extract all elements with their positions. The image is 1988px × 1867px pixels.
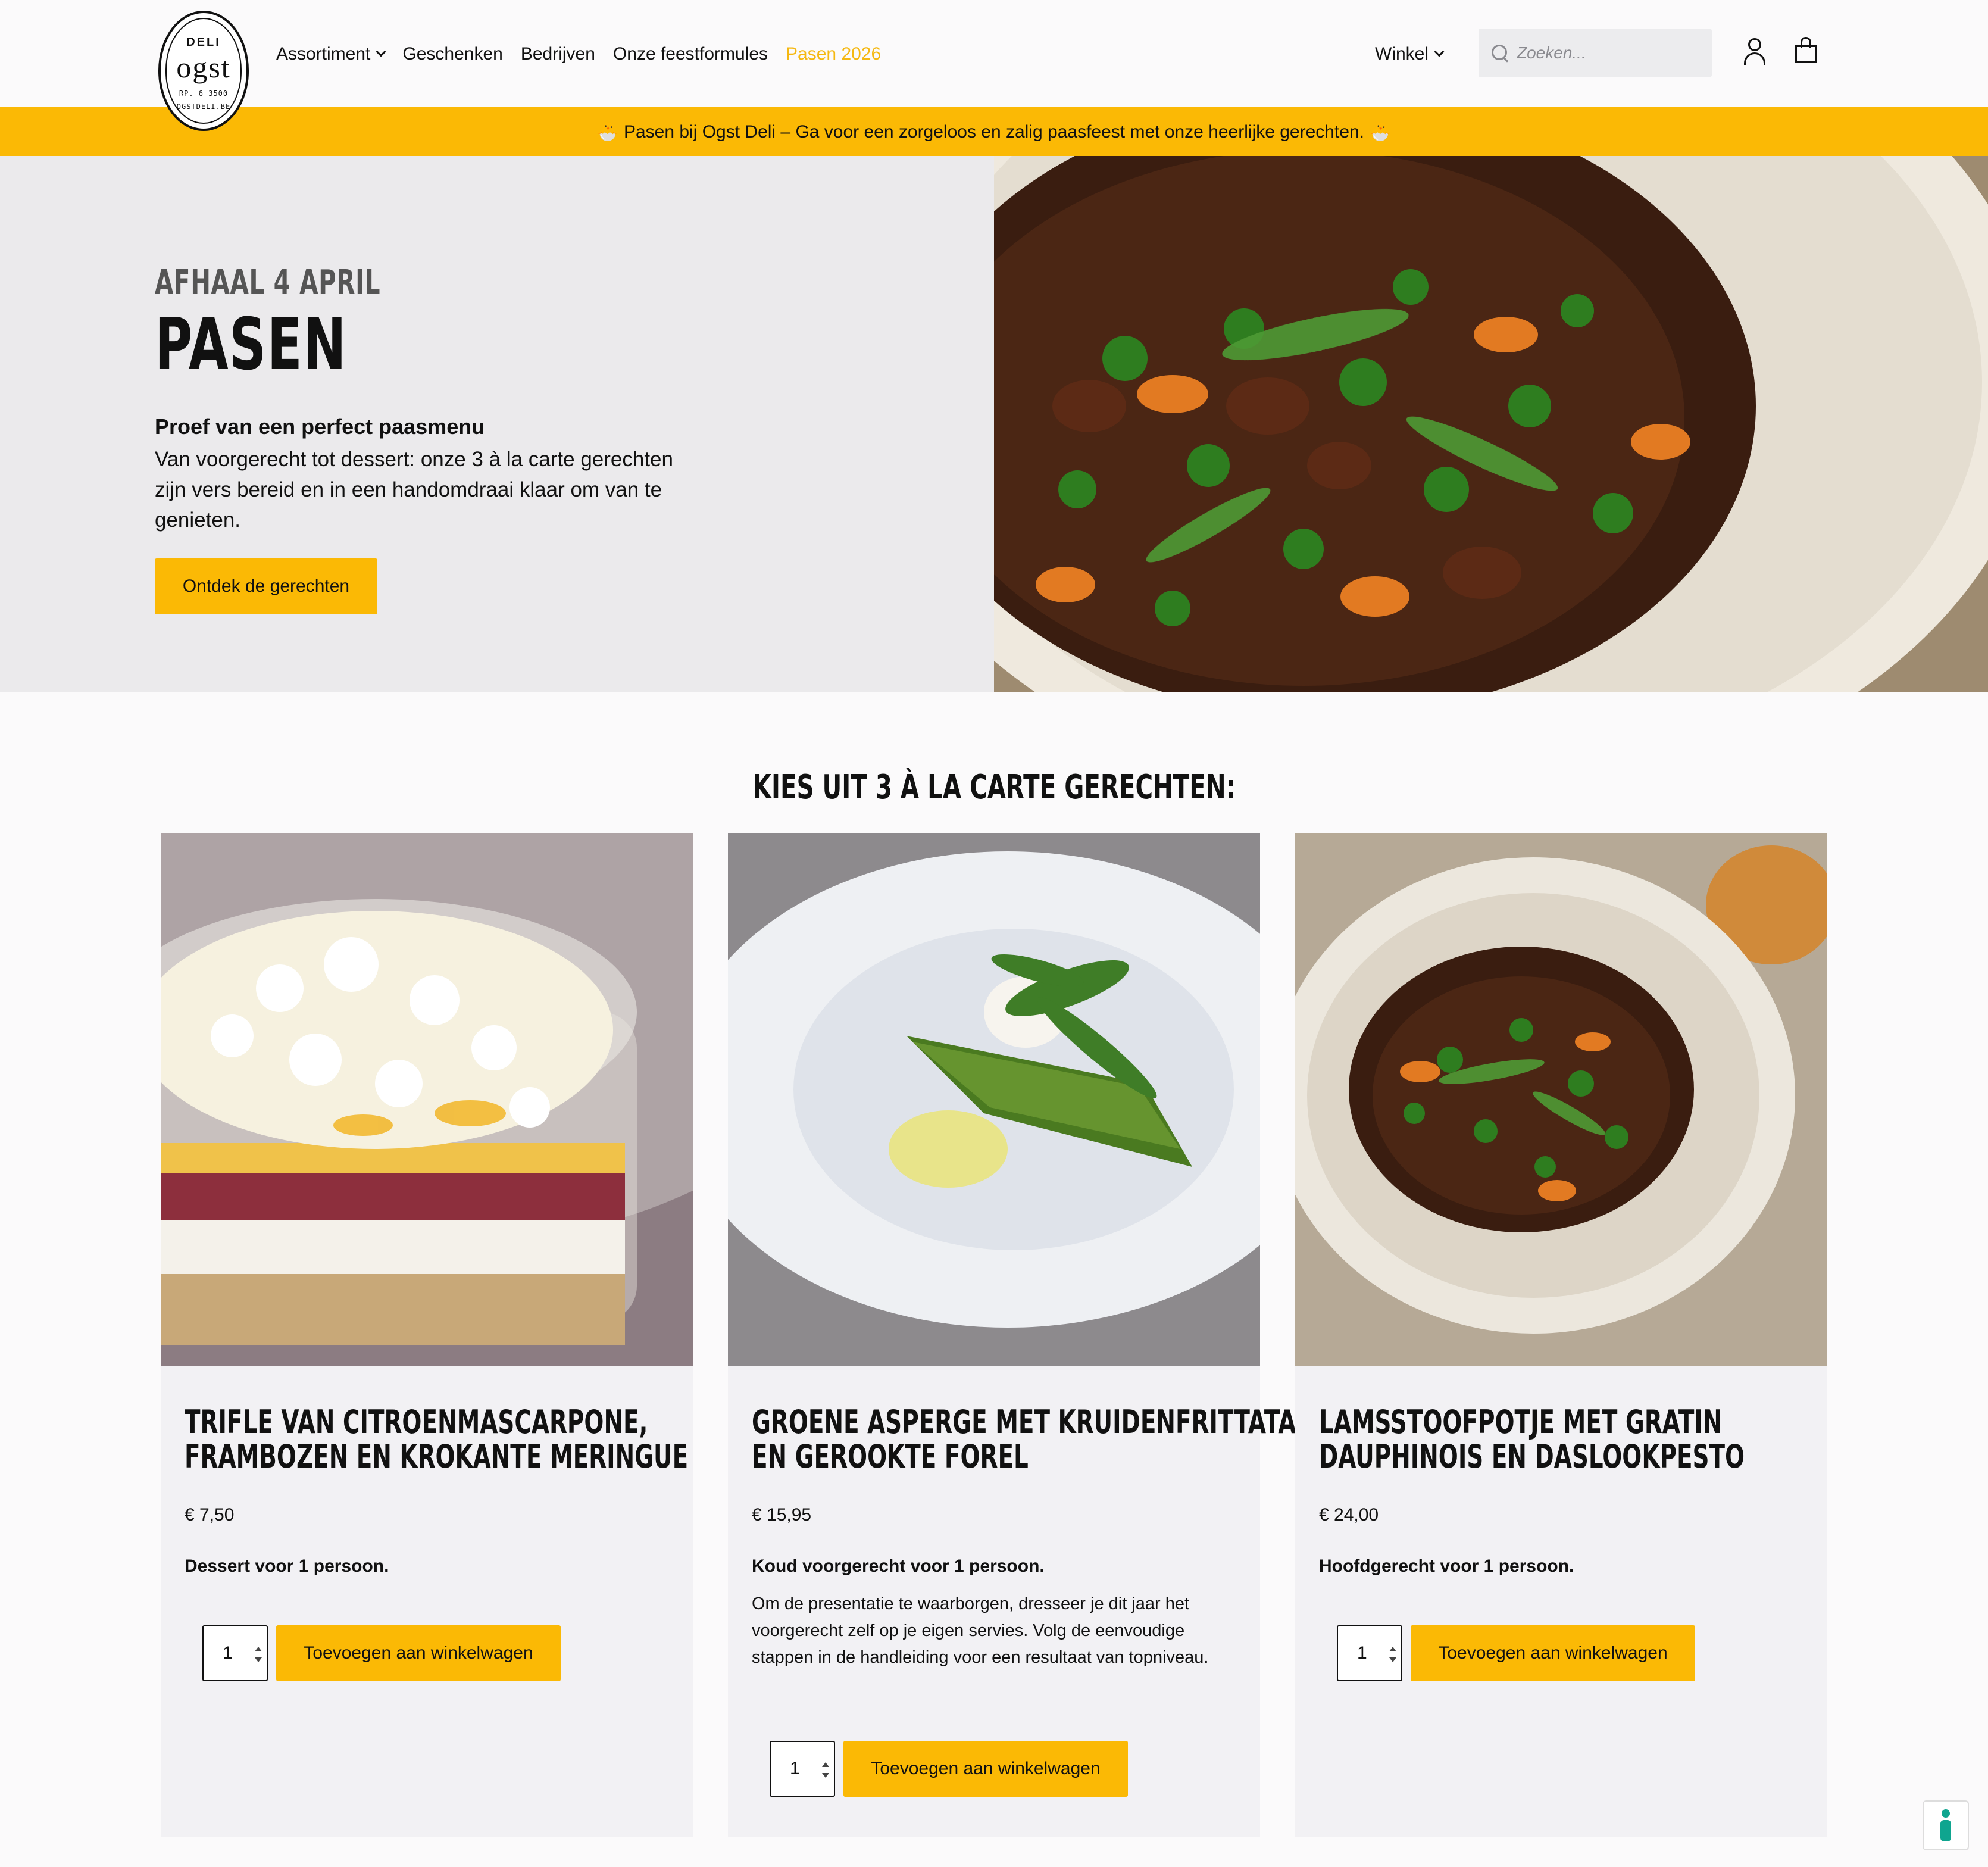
nav-item-pasen-2026[interactable]: Pasen 2026 (786, 44, 881, 64)
quantity-stepper[interactable]: 1 (1337, 1625, 1402, 1681)
product-extra-info: Om de presentatie te waarborgen, dressee… (752, 1594, 1209, 1667)
nav-item-assortiment[interactable]: Assortiment (276, 44, 386, 64)
hero-section: AFHAAL 4 APRIL PASEN Proef van een perfe… (0, 156, 1988, 692)
logo-text-website: OGSTDELI.BE (176, 102, 231, 111)
product-title-line: DAUPHINOIS EN DASLOOKPESTO (1319, 1438, 1745, 1475)
search-input[interactable] (1517, 43, 1707, 63)
chevron-down-icon (1434, 46, 1445, 57)
stepper-arrows-icon[interactable] (1388, 1647, 1396, 1662)
nav-item-bedrijven[interactable]: Bedrijven (521, 44, 595, 64)
account-icon[interactable] (1743, 37, 1767, 65)
logo-text-ogst: ogst (176, 51, 231, 84)
quantity-value: 1 (1357, 1643, 1367, 1663)
hero-text: Van voorgerecht tot dessert: onze 3 à la… (155, 448, 673, 532)
nav-label-assortiment: Assortiment (276, 44, 371, 64)
product-card-lamb-stew: LAMSSTOOFPOTJE MET GRATIN DAUPHINOIS EN … (1295, 833, 1827, 1837)
section-title-text: KIES UIT 3 À LA CARTE GERECHTEN: (752, 768, 1236, 807)
announcement-text: 🐣 Pasen bij Ogst Deli – Ga voor een zorg… (596, 121, 1392, 142)
quantity-value: 1 (790, 1759, 800, 1778)
lamb-stew-illustration (1295, 833, 1827, 1366)
chevron-down-icon (376, 46, 386, 57)
main-nav: Assortiment Geschenken Bedrijven Onze fe… (276, 39, 899, 69)
add-to-cart-button[interactable]: Toevoegen aan winkelwagen (843, 1741, 1128, 1797)
account-icon-head (1748, 38, 1761, 51)
nav-label-feestformules: Onze feestformules (612, 44, 768, 64)
product-image-asparagus[interactable] (728, 833, 1260, 1366)
nav-label-geschenken: Geschenken (402, 44, 503, 64)
nav-label-bedrijven: Bedrijven (520, 44, 595, 64)
cart-icon-body (1795, 45, 1817, 63)
logo-text-address: RP. 6 3500 (179, 89, 229, 98)
product-title-line: GROENE ASPERGE MET KRUIDENFRITTATA (752, 1403, 1296, 1441)
product-title-line: FRAMBOZEN EN KROKANTE MERINGUE (185, 1438, 689, 1475)
discover-dishes-button[interactable]: Ontdek de gerechten (155, 558, 377, 614)
quantity-stepper[interactable]: 1 (202, 1625, 268, 1681)
product-title[interactable]: LAMSSTOOFPOTJE MET GRATIN DAUPHINOIS EN … (1319, 1403, 1745, 1475)
search-box (1479, 29, 1712, 77)
ogst-deli-logo[interactable]: DELI ogst RP. 6 3500 OGSTDELI.BE (158, 11, 249, 131)
product-image-lamb-stew[interactable] (1295, 833, 1827, 1366)
product-price: € 7,50 (185, 1505, 235, 1525)
asparagus-illustration (728, 833, 1260, 1366)
hero-title: PASEN (155, 304, 348, 386)
product-title-line: LAMSSTOOFPOTJE MET GRATIN (1319, 1403, 1723, 1441)
stepper-arrows-icon[interactable] (821, 1762, 829, 1778)
product-card-trifle: TRIFLE VAN CITROENMASCARPONE, FRAMBOZEN … (161, 833, 693, 1837)
stepper-arrows-icon[interactable] (254, 1647, 262, 1662)
section-title: KIES UIT 3 À LA CARTE GERECHTEN: (0, 768, 1988, 807)
product-description: Koud voorgerecht voor 1 persoon. (752, 1556, 1045, 1576)
store-selector-label: Winkel (1375, 44, 1429, 64)
add-to-cart-button[interactable]: Toevoegen aan winkelwagen (276, 1625, 561, 1681)
announcement-banner: 🐣 Pasen bij Ogst Deli – Ga voor een zorg… (0, 107, 1988, 156)
product-card-asparagus: GROENE ASPERGE MET KRUIDENFRITTATA EN GE… (728, 833, 1296, 1837)
product-title-line: TRIFLE VAN CITROENMASCARPONE, (185, 1403, 648, 1441)
product-price: € 15,95 (752, 1505, 812, 1525)
product-description: Dessert voor 1 persoon. (185, 1556, 389, 1576)
search-icon[interactable] (1492, 45, 1508, 61)
product-description: Hoofdgerecht voor 1 persoon. (1319, 1556, 1574, 1576)
hero-lamb-stew-image (994, 156, 1988, 692)
hero-subtitle: Proef van een perfect paasmenu (155, 414, 485, 439)
accessibility-widget-button[interactable] (1923, 1800, 1969, 1850)
cart-icon[interactable] (1795, 37, 1817, 64)
hero-kicker: AFHAAL 4 APRIL (155, 263, 381, 302)
trifle-illustration (161, 833, 693, 1366)
account-icon-body (1744, 52, 1765, 65)
product-image-trifle[interactable] (161, 833, 693, 1366)
nav-label-pasen-2026: Pasen 2026 (786, 44, 882, 64)
product-title[interactable]: GROENE ASPERGE MET KRUIDENFRITTATA EN GE… (752, 1403, 1296, 1475)
site-header: DELI ogst RP. 6 3500 OGSTDELI.BE Assorti… (0, 0, 1988, 131)
add-to-cart-button[interactable]: Toevoegen aan winkelwagen (1411, 1625, 1695, 1681)
quantity-value: 1 (223, 1643, 233, 1663)
logo-text-deli: DELI (186, 36, 221, 49)
accessibility-icon (1939, 1809, 1952, 1841)
product-title[interactable]: TRIFLE VAN CITROENMASCARPONE, FRAMBOZEN … (185, 1403, 689, 1475)
product-title-line: EN GEROOKTE FOREL (752, 1438, 1029, 1475)
product-price: € 24,00 (1319, 1505, 1379, 1525)
nav-item-geschenken[interactable]: Geschenken (402, 44, 502, 64)
store-selector[interactable]: Winkel (1375, 39, 1445, 69)
quantity-stepper[interactable]: 1 (770, 1741, 835, 1797)
hero-lamb-stew-illustration (994, 156, 1988, 692)
nav-item-feestformules[interactable]: Onze feestformules (613, 44, 768, 64)
